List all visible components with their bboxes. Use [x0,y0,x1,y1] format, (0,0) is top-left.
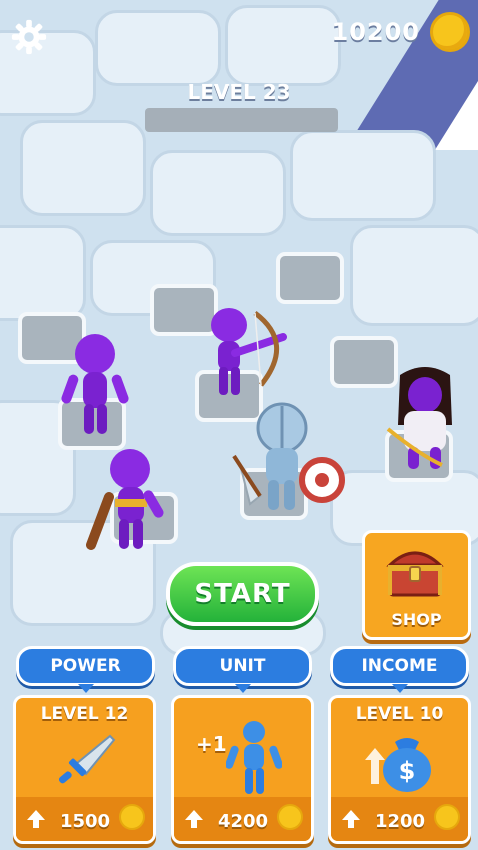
upgrade-tag-unit: UNIT [173,646,312,693]
upgrade-arrow-icon [342,810,360,828]
ally-knight[interactable] [230,400,350,520]
unit-price-bar: 4200 [174,797,311,841]
enemy-stickman[interactable] [60,330,130,440]
upgrade-tag-income: INCOME [330,646,469,693]
cobblestone [290,130,436,221]
grid-slot[interactable] [276,252,344,304]
enemy-archer[interactable] [195,305,295,400]
treasure-chest-icon [386,551,444,597]
sword-icon [58,734,116,784]
coin-counter: 10200 [331,18,420,46]
coin-icon [434,804,460,830]
stickman-icon [226,721,282,794]
power-price: 1500 [59,811,111,832]
shop-button[interactable]: SHOP [362,530,471,640]
coin-icon [430,12,470,52]
income-level: LEVEL 10 [355,704,444,724]
income-price: 1200 [374,811,426,832]
money-bag-icon: $ [365,738,431,792]
cobblestone [350,225,478,326]
upgrade-card-power[interactable]: LEVEL 12 1500 [13,695,156,844]
enemy-mage[interactable] [380,365,470,475]
coin-icon [277,804,303,830]
shop-label: SHOP [391,610,442,629]
upgrade-arrow-icon [185,810,203,828]
gear-icon[interactable] [10,18,48,56]
upgrade-tag-power: POWER [16,646,155,693]
power-level: LEVEL 12 [40,704,129,724]
coin-icon [119,804,145,830]
cobblestone [150,150,286,236]
upgrade-card-income[interactable]: LEVEL 10 $ 1200 [328,695,471,844]
enemy-club-warrior[interactable] [85,445,185,555]
cobblestone [0,225,86,321]
power-price-bar: 1500 [16,797,153,841]
upgrade-arrow-icon [27,810,45,828]
upgrade-card-unit[interactable]: +1 4200 [171,695,314,844]
level-title: LEVEL 23 [187,80,291,104]
cobblestone [225,5,341,86]
svg-text:$: $ [399,757,416,785]
start-button[interactable]: START [166,562,319,626]
cobblestone [20,120,146,216]
income-price-bar: 1200 [331,797,468,841]
level-progress-bar [145,108,338,132]
unit-plus-label: +1 [196,732,227,756]
unit-price: 4200 [217,811,269,832]
cobblestone [95,10,221,86]
